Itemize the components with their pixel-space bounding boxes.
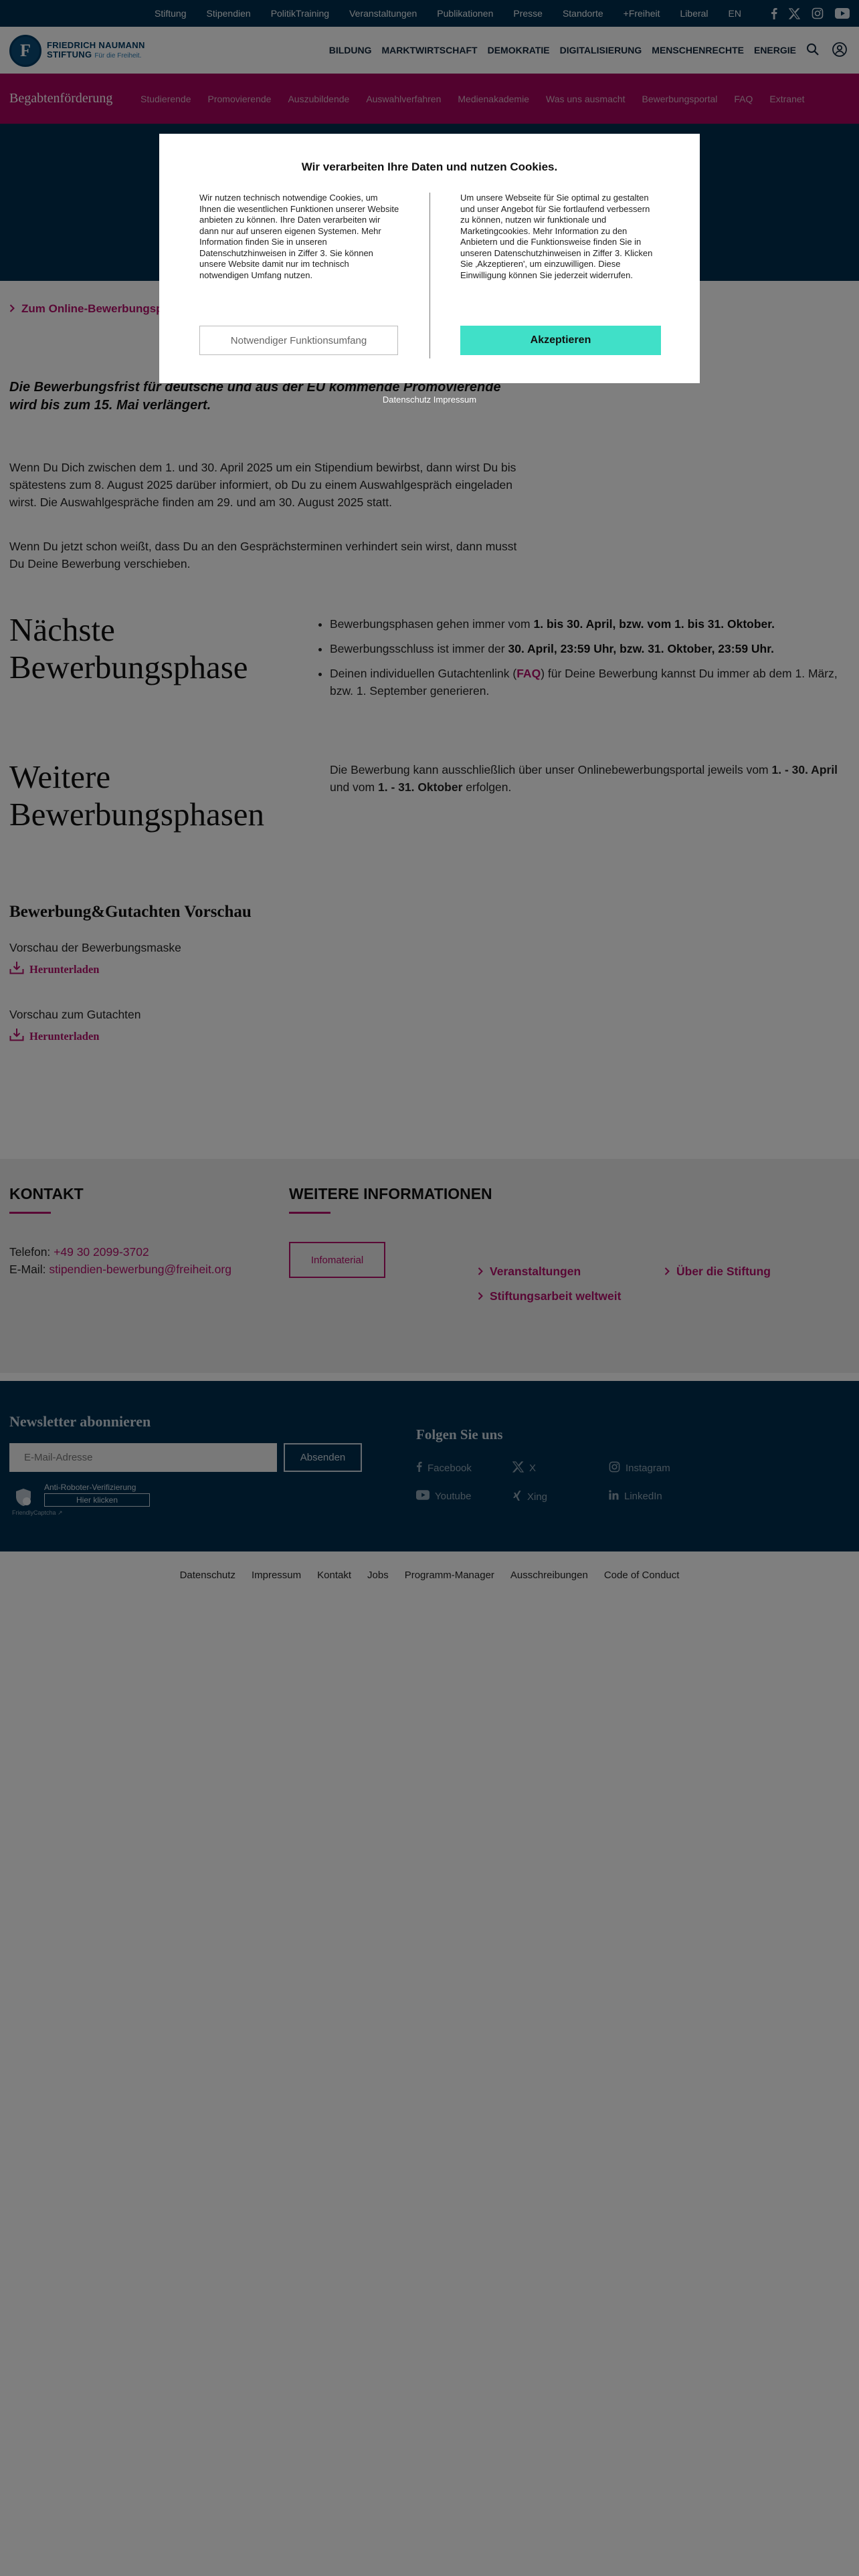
cookie-accept-button[interactable]: Akzeptieren bbox=[460, 326, 661, 355]
cookie-link-datenschutz[interactable]: Datenschutz bbox=[383, 395, 431, 405]
cookie-marketing-text: Um unsere Webseite für Sie optimal zu ge… bbox=[460, 193, 653, 280]
cookie-overlay-backdrop bbox=[0, 0, 859, 2576]
cookie-link-impressum[interactable]: Impressum bbox=[434, 395, 476, 405]
cookie-dialog-links: Datenschutz Impressum bbox=[0, 395, 859, 405]
cookie-necessary-text: Wir nutzen technisch notwendige Cookies,… bbox=[199, 193, 399, 280]
cookie-dialog-title: Wir verarbeiten Ihre Daten und nutzen Co… bbox=[301, 160, 558, 173]
cookie-consent-dialog: Wir verarbeiten Ihre Daten und nutzen Co… bbox=[159, 134, 700, 383]
cookie-necessary-button[interactable]: Notwendiger Funktionsumfang bbox=[199, 326, 398, 355]
